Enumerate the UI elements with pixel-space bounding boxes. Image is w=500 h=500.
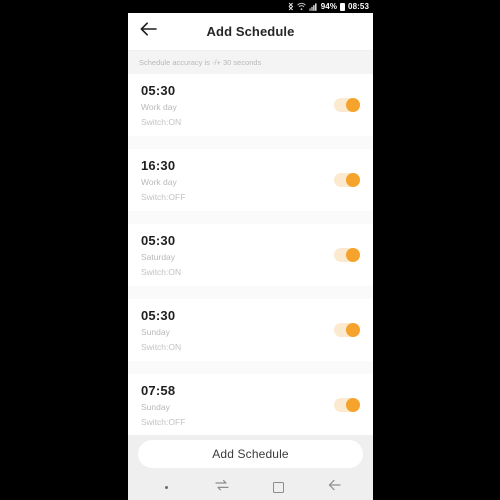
schedule-time: 16:30 [141,158,176,173]
schedule-time: 05:30 [141,233,176,248]
schedule-time: 05:30 [141,308,176,323]
dot-icon [164,485,168,489]
status-clock: 08:53 [348,2,369,11]
battery-percent-label: 94% [320,2,338,11]
table-row[interactable]: 05:30 Work day Switch:ON [128,74,373,136]
schedule-day: Work day [141,102,177,112]
schedule-time: 05:30 [141,83,176,98]
schedule-time: 07:58 [141,383,176,398]
nav-dot-button[interactable] [147,474,185,500]
swap-recents-icon [215,478,229,496]
schedule-day: Work day [141,177,177,187]
schedule-info: 05:30 Saturday Switch:ON [141,232,181,280]
schedule-list[interactable]: 05:30 Work day Switch:ON 16:30 Work day … [128,74,373,435]
add-schedule-button[interactable]: Add Schedule [138,440,363,468]
schedule-toggle[interactable] [334,98,360,112]
toggle-knob [346,98,360,112]
toggle-knob [346,398,360,412]
table-row[interactable]: 05:30 Saturday Switch:ON [128,224,373,286]
schedule-info: 16:30 Work day Switch:OFF [141,157,185,205]
back-arrow-icon [140,22,157,41]
nav-home-button[interactable] [260,474,298,500]
bluetooth-icon [288,2,294,11]
app-bar: Add Schedule [128,13,373,50]
nav-back-button[interactable] [316,474,354,500]
schedule-toggle[interactable] [334,173,360,187]
schedule-info: 07:58 Sunday Switch:OFF [141,382,185,430]
schedule-switch-state: Switch:OFF [141,417,186,427]
schedule-toggle[interactable] [334,398,360,412]
screenshot-stage: 94% 08:53 Add Schedule Schedule accuracy… [0,0,500,500]
toggle-knob [346,323,360,337]
battery-icon [340,2,346,11]
back-button[interactable] [128,13,168,50]
schedule-switch-state: Switch:OFF [141,192,186,202]
home-square-icon [273,481,285,493]
table-row[interactable]: 07:58 Sunday Switch:OFF [128,374,373,435]
signal-icon [309,2,318,11]
toggle-knob [346,248,360,262]
table-row[interactable]: 05:30 Sunday Switch:ON [128,299,373,361]
wifi-icon [296,2,306,11]
schedule-day: Sunday [141,402,170,412]
schedule-switch-state: Switch:ON [141,342,182,352]
phone-screen: 94% 08:53 Add Schedule Schedule accuracy… [128,0,373,500]
bottom-action-bar: Add Schedule [128,435,373,474]
accuracy-notice: Schedule accuracy is -/+ 30 seconds [128,50,373,74]
schedule-day: Sunday [141,327,170,337]
schedule-toggle[interactable] [334,248,360,262]
toggle-knob [346,173,360,187]
back-arrow-icon [328,478,341,496]
schedule-switch-state: Switch:ON [141,267,182,277]
nav-recents-button[interactable] [203,474,241,500]
status-bar: 94% 08:53 [128,0,373,13]
schedule-info: 05:30 Sunday Switch:ON [141,307,181,355]
android-nav-bar [128,474,373,500]
schedule-info: 05:30 Work day Switch:ON [141,82,181,130]
schedule-day: Saturday [141,252,176,262]
schedule-switch-state: Switch:ON [141,117,182,127]
schedule-toggle[interactable] [334,323,360,337]
table-row[interactable]: 16:30 Work day Switch:OFF [128,149,373,211]
